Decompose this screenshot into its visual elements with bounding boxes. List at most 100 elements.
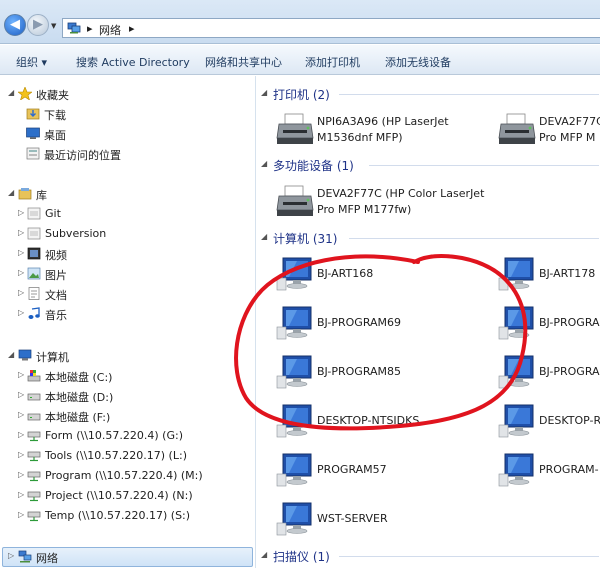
network-drive-icon (27, 491, 41, 502)
back-button[interactable]: ◀ (4, 14, 26, 36)
add-wireless-device-button[interactable]: 添加无线设备 (385, 54, 451, 70)
device-name-line2: Pro MFP M177fw) (317, 203, 412, 216)
network-sharing-center-button[interactable]: 网络和共享中心 (205, 54, 282, 70)
computer-name: BJ-PROGRA (539, 365, 600, 378)
hard-drive-icon (27, 413, 41, 421)
video-library-icon (27, 247, 41, 260)
computer-tile[interactable]: BJ-PROGRA (487, 303, 600, 347)
computer-name: DESKTOP-NTSIDKS (317, 414, 420, 427)
computer-tile[interactable]: PROGRAM57 (265, 450, 495, 494)
breadcrumb-network[interactable]: 网络 (99, 22, 121, 38)
expand-triangle-icon[interactable]: ▷ (18, 228, 24, 237)
organize-button[interactable]: 组织 ▾ (16, 54, 47, 70)
breadcrumb-trail-arrow[interactable]: ▸ (129, 22, 135, 35)
nav-drive-c[interactable]: ▷ 本地磁盘 (C:) (18, 368, 248, 386)
expand-triangle-icon[interactable]: ▷ (18, 390, 24, 399)
collapse-triangle-icon[interactable]: ◢ (8, 88, 14, 97)
desktop-icon (26, 127, 40, 139)
expand-triangle-icon[interactable]: ▷ (8, 551, 14, 560)
group-header-printers[interactable]: ◢ 打印机 (2) (257, 84, 600, 104)
collapse-triangle-icon[interactable]: ◢ (261, 232, 267, 241)
computer-tile[interactable]: DESKTOP-R (487, 401, 600, 445)
nav-library-item-videos[interactable]: ▷ 视频 (18, 246, 248, 264)
system-drive-icon (27, 370, 41, 382)
nav-favorites-item-desktop[interactable]: 桌面 (26, 126, 246, 144)
group-header-scanners[interactable]: ◢ 扫描仪 (1) (257, 546, 600, 566)
forward-button[interactable]: ▶ (27, 14, 49, 36)
nav-network[interactable]: ▷ 网络 (8, 549, 248, 567)
expand-triangle-icon[interactable]: ▷ (18, 308, 24, 317)
library-icon (18, 188, 32, 200)
nav-library-item-pictures[interactable]: ▷ 图片 (18, 266, 248, 284)
address-field[interactable]: ▸ 网络 ▸ (62, 18, 600, 38)
group-header-multifunction[interactable]: ◢ 多功能设备 (1) (257, 155, 600, 175)
computer-name: WST-SERVER (317, 512, 388, 525)
printer-deva2f77c[interactable]: DEVA2F77C Pro MFP M (487, 110, 600, 154)
group-divider (339, 556, 599, 557)
nav-library-item-music[interactable]: ▷ 音乐 (18, 306, 248, 324)
breadcrumb-root-arrow[interactable]: ▸ (87, 22, 93, 35)
computer-monitor-icon (498, 257, 534, 291)
computer-tile[interactable]: DESKTOP-NTSIDKS (265, 401, 495, 445)
computer-tile[interactable]: BJ-PROGRAM85 (265, 352, 495, 396)
search-ad-button[interactable]: 搜索 Active Directory (76, 54, 190, 70)
collapse-triangle-icon[interactable]: ◢ (8, 188, 14, 197)
expand-triangle-icon[interactable]: ▷ (18, 288, 24, 297)
nav-favorites-item-downloads[interactable]: 下载 (26, 106, 246, 124)
collapse-triangle-icon[interactable]: ◢ (8, 350, 14, 359)
nav-library-item-git[interactable]: ▷ Git (18, 206, 248, 224)
expand-triangle-icon[interactable]: ▷ (18, 450, 24, 459)
nav-network-drive-s[interactable]: ▷ Temp (\\10.57.220.17) (S:) (18, 508, 248, 526)
group-header-computers[interactable]: ◢ 计算机 (31) (257, 228, 600, 248)
nav-network-drive-g[interactable]: ▷ Form (\\10.57.220.4) (G:) (18, 428, 248, 446)
history-dropdown-icon[interactable]: ▼ (51, 22, 59, 30)
printer-icon (498, 113, 536, 144)
collapse-triangle-icon[interactable]: ◢ (261, 159, 267, 168)
expand-triangle-icon[interactable]: ▷ (18, 370, 24, 379)
printer-name-line2: Pro MFP M (539, 131, 596, 144)
computer-tile[interactable]: WST-SERVER (265, 499, 495, 543)
collapse-triangle-icon[interactable]: ◢ (261, 88, 267, 97)
subversion-library-icon (27, 227, 41, 240)
computer-tile[interactable]: BJ-PROGRAM69 (265, 303, 495, 347)
nav-library-item-documents[interactable]: ▷ 文档 (18, 286, 248, 304)
network-drive-icon (27, 471, 41, 482)
computer-tile[interactable]: BJ-ART168 (265, 254, 495, 298)
expand-triangle-icon[interactable]: ▷ (18, 248, 24, 257)
nav-network-drive-l[interactable]: ▷ Tools (\\10.57.220.17) (L:) (18, 448, 248, 466)
computer-name: BJ-ART178 (539, 267, 596, 280)
expand-triangle-icon[interactable]: ▷ (18, 510, 24, 519)
nav-library-item-subversion[interactable]: ▷ Subversion (18, 226, 248, 244)
mfp-deva2f77c[interactable]: DEVA2F77C (HP Color LaserJet Pro MFP M17… (265, 182, 495, 226)
computer-tile[interactable]: PROGRAM- (487, 450, 600, 494)
nav-favorites[interactable]: ◢ 收藏夹 (8, 86, 248, 104)
collapse-triangle-icon[interactable]: ◢ (261, 550, 267, 559)
printer-npi6a3a96[interactable]: NPI6A3A96 (HP LaserJet M1536dnf MFP) (265, 110, 495, 154)
expand-triangle-icon[interactable]: ▷ (18, 410, 24, 419)
nav-network-drive-n[interactable]: ▷ Project (\\10.57.220.4) (N:) (18, 488, 248, 506)
printer-name-line2: M1536dnf MFP) (317, 131, 403, 144)
expand-triangle-icon[interactable]: ▷ (18, 208, 24, 217)
computer-tile[interactable]: BJ-PROGRA (487, 352, 600, 396)
computer-name: BJ-ART168 (317, 267, 374, 280)
nav-drive-f[interactable]: ▷ 本地磁盘 (F:) (18, 408, 248, 426)
nav-computer[interactable]: ◢ 计算机 (8, 348, 248, 366)
printer-name-line1: DEVA2F77C (539, 115, 600, 128)
expand-triangle-icon[interactable]: ▷ (18, 430, 24, 439)
nav-network-drive-m[interactable]: ▷ Program (\\10.57.220.4) (M:) (18, 468, 248, 486)
group-divider (339, 94, 599, 95)
expand-triangle-icon[interactable]: ▷ (18, 490, 24, 499)
add-printer-button[interactable]: 添加打印机 (305, 54, 360, 70)
music-note-icon (28, 307, 40, 319)
downloads-folder-icon (26, 108, 40, 120)
documents-library-icon (28, 287, 40, 300)
expand-triangle-icon[interactable]: ▷ (18, 268, 24, 277)
network-icon (18, 550, 32, 563)
nav-favorites-item-recent-places[interactable]: 最近访问的位置 (26, 146, 246, 164)
expand-triangle-icon[interactable]: ▷ (18, 470, 24, 479)
computer-tile[interactable]: BJ-ART178 (487, 254, 600, 298)
nav-drive-d[interactable]: ▷ 本地磁盘 (D:) (18, 388, 248, 406)
computer-name: PROGRAM- (539, 463, 599, 476)
command-toolbar: 组织 ▾ 搜索 Active Directory 网络和共享中心 添加打印机 添… (0, 45, 600, 75)
nav-libraries[interactable]: ◢ 库 (8, 186, 248, 204)
